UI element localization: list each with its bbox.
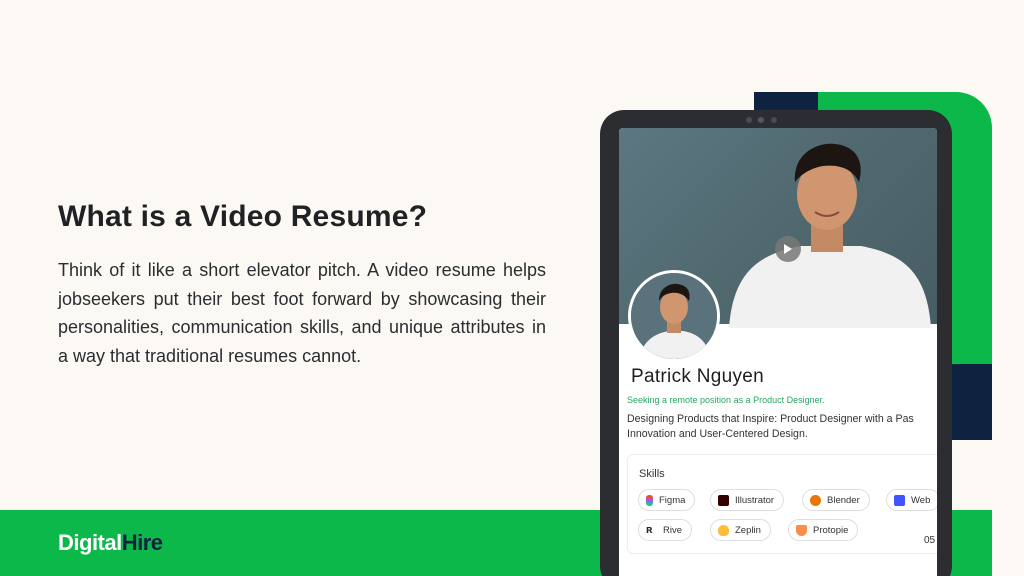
skill-chip-blender[interactable]: Blender bbox=[802, 489, 870, 511]
footer-bar-cap bbox=[952, 510, 992, 576]
skill-label: Figma bbox=[659, 494, 686, 506]
skill-label: Protopie bbox=[813, 524, 849, 536]
decor-navy-block-top bbox=[754, 92, 824, 112]
skill-chip-rive[interactable]: ʀ Rive bbox=[638, 519, 693, 541]
camera-dot bbox=[746, 117, 752, 123]
timestamp: 05 bbox=[924, 535, 936, 546]
skill-label: Illustrator bbox=[735, 494, 775, 506]
profile-name: Patrick Nguyen bbox=[631, 366, 765, 387]
zeplin-icon bbox=[718, 524, 729, 536]
skill-label: Blender bbox=[827, 494, 860, 506]
digitalhire-logo[interactable]: DigitalHire bbox=[58, 530, 163, 556]
footer-gap bbox=[992, 510, 1024, 576]
logo-text-digital: Digital bbox=[58, 530, 122, 555]
logo-text-hire: Hire bbox=[121, 530, 163, 555]
blender-icon bbox=[810, 494, 821, 506]
avatar-photo bbox=[631, 273, 717, 359]
skill-chip-web[interactable]: Web bbox=[886, 489, 937, 511]
skill-chip-illustrator[interactable]: Illustrator bbox=[710, 489, 785, 511]
rive-icon: ʀ bbox=[646, 523, 653, 536]
skills-title: Skills bbox=[639, 468, 665, 480]
profile-tagline: Seeking a remote position as a Product D… bbox=[627, 395, 825, 405]
skills-card: Skills Figma Illustrator Blender Web ʀ R… bbox=[627, 454, 937, 554]
skill-label: Web bbox=[911, 494, 931, 506]
webflow-icon bbox=[894, 494, 905, 506]
skill-chip-protopie[interactable]: Protopie bbox=[788, 519, 859, 541]
play-icon bbox=[784, 244, 792, 254]
protopie-icon bbox=[796, 524, 807, 536]
page-title: What is a Video Resume? bbox=[58, 200, 428, 233]
skill-label: Zeplin bbox=[735, 524, 761, 536]
profile-description: Designing Products that Inspire: Product… bbox=[627, 413, 914, 440]
sensor-dot bbox=[771, 117, 777, 123]
illustrator-icon bbox=[718, 494, 729, 506]
skill-chip-zeplin[interactable]: Zeplin bbox=[710, 519, 771, 541]
play-button[interactable] bbox=[775, 236, 801, 262]
tablet-screen: Patrick Nguyen Seeking a remote position… bbox=[619, 128, 937, 576]
person-photo bbox=[729, 143, 931, 328]
body-paragraph: Think of it like a short elevator pitch.… bbox=[58, 260, 546, 366]
camera-lens bbox=[758, 117, 764, 123]
figma-icon bbox=[646, 494, 653, 506]
skill-label: Rive bbox=[663, 524, 683, 536]
tablet-device: Patrick Nguyen Seeking a remote position… bbox=[600, 110, 952, 576]
avatar bbox=[628, 270, 720, 362]
skill-chip-figma[interactable]: Figma bbox=[638, 489, 696, 511]
